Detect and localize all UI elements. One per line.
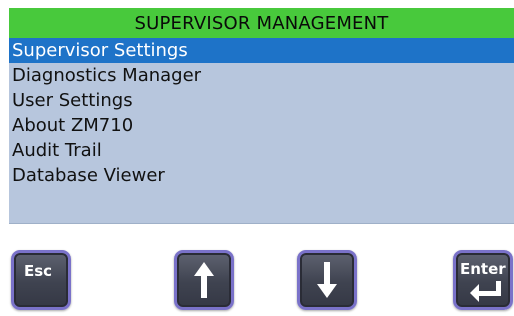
enter-button[interactable]: Enter [453,250,513,310]
menu-list: Supervisor Settings Diagnostics Manager … [9,38,514,188]
esc-label: Esc [24,262,53,280]
menu-item-diagnostics-manager[interactable]: Diagnostics Manager [9,63,514,88]
menu-item-audit-trail[interactable]: Audit Trail [9,138,514,163]
up-button[interactable] [174,250,234,310]
arrow-up-icon [194,262,214,298]
device-screen: SUPERVISOR MANAGEMENT Supervisor Setting… [9,8,514,316]
arrow-down-icon [317,262,337,298]
enter-return-icon [470,281,501,302]
down-button[interactable] [297,250,357,310]
menu-item-about-zm710[interactable]: About ZM710 [9,113,514,138]
enter-label: Enter [460,260,506,278]
page-title: SUPERVISOR MANAGEMENT [134,12,389,34]
esc-button[interactable]: Esc [11,250,71,310]
button-bar: Esc Enter [9,224,514,316]
menu-item-user-settings[interactable]: User Settings [9,88,514,113]
menu-panel: Supervisor Settings Diagnostics Manager … [9,38,514,224]
title-bar: SUPERVISOR MANAGEMENT [9,8,514,38]
menu-item-database-viewer[interactable]: Database Viewer [9,163,514,188]
menu-item-supervisor-settings[interactable]: Supervisor Settings [9,38,514,63]
